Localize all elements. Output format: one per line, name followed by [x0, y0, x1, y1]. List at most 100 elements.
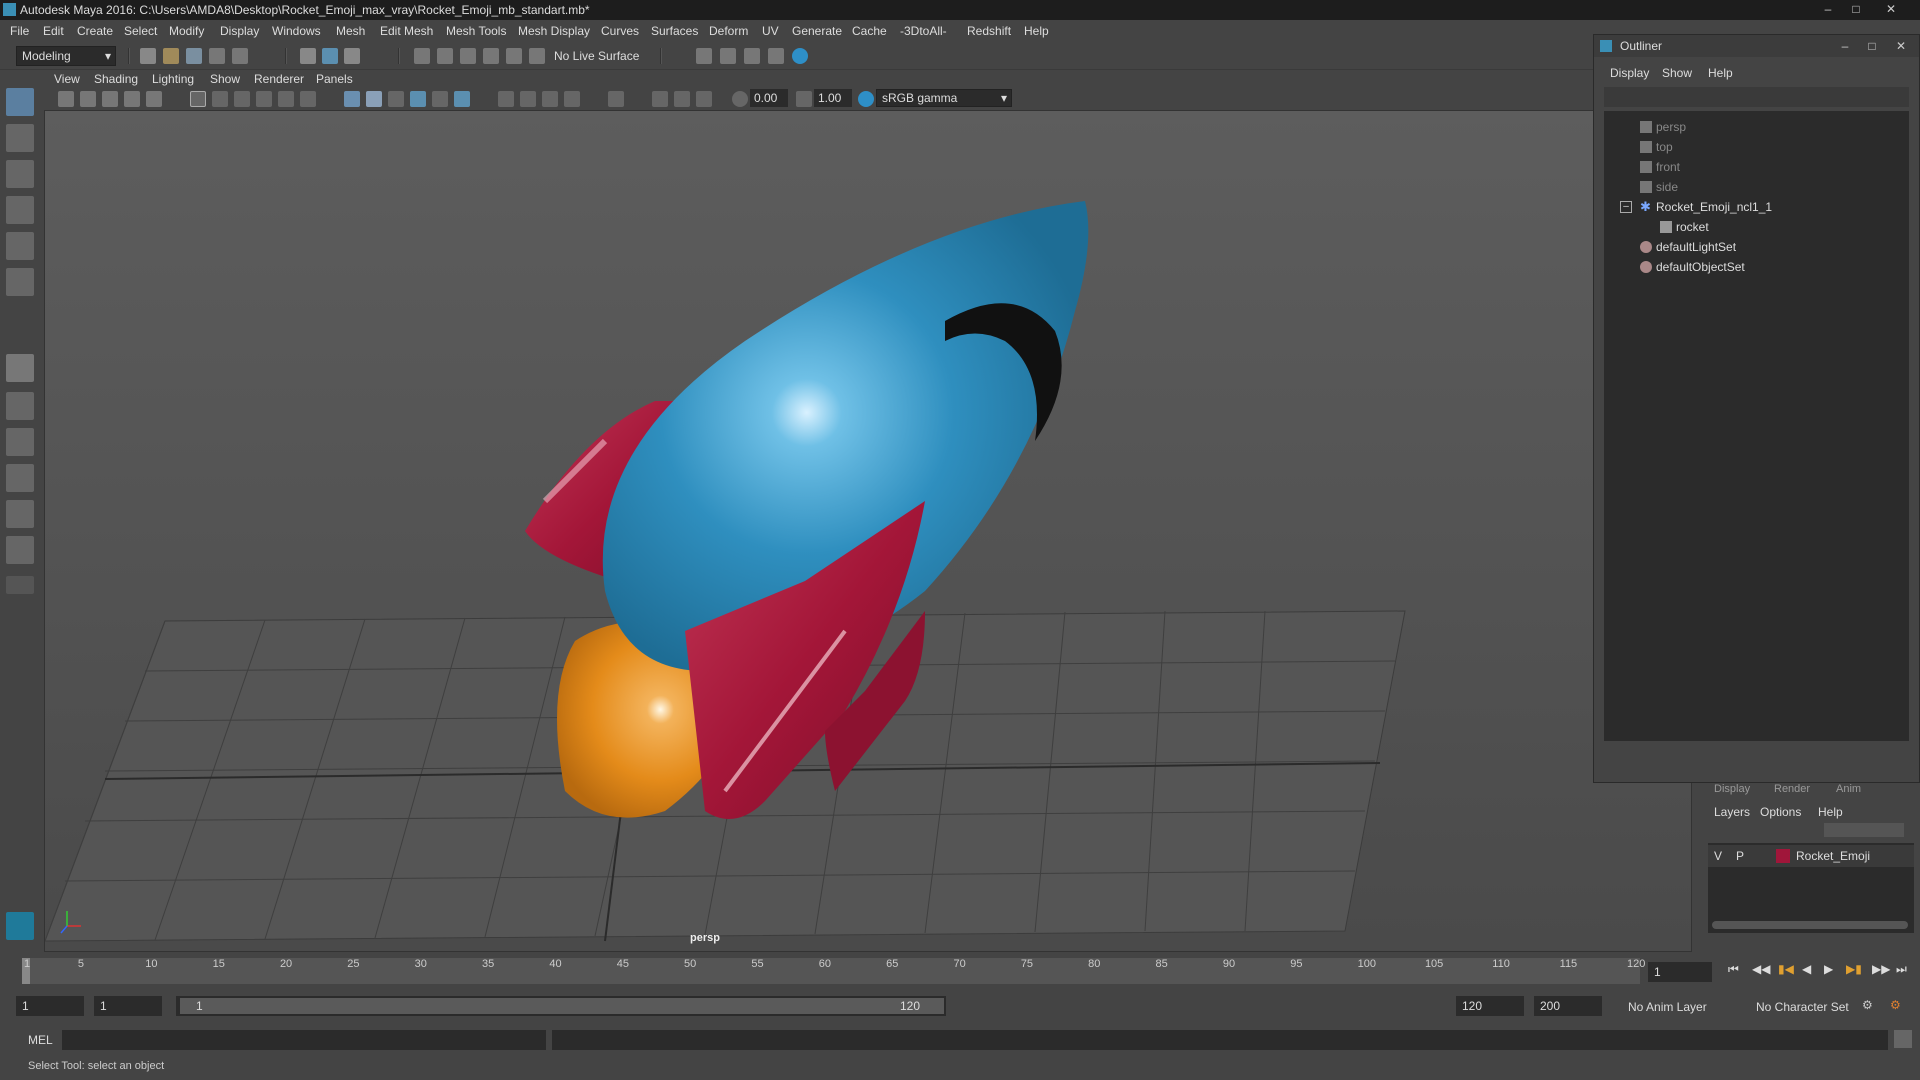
- paint-select-tool-icon[interactable]: [6, 160, 34, 188]
- isolate-select-icon[interactable]: [608, 91, 624, 107]
- textured-icon[interactable]: [410, 91, 426, 107]
- layer-scrollbar[interactable]: [1712, 921, 1908, 929]
- menu-windows[interactable]: Windows: [272, 24, 321, 38]
- menu-create[interactable]: Create: [77, 24, 113, 38]
- select-object-icon[interactable]: [322, 48, 338, 64]
- film-gate-icon[interactable]: [212, 91, 228, 107]
- redo-icon[interactable]: [232, 48, 248, 64]
- smooth-shade-icon[interactable]: [366, 91, 382, 107]
- select-tool-icon[interactable]: [6, 88, 34, 116]
- snap-surface-icon[interactable]: [506, 48, 522, 64]
- end-time-field[interactable]: 200: [1534, 996, 1602, 1016]
- exposure-icon[interactable]: [732, 91, 748, 107]
- anim-layer-selector[interactable]: No Anim Layer: [1628, 1000, 1707, 1014]
- preferences-icon[interactable]: ⚙: [1890, 998, 1901, 1012]
- select-component-icon[interactable]: [344, 48, 360, 64]
- gate-mask-icon[interactable]: [256, 91, 272, 107]
- hypershade-layout-icon[interactable]: [6, 536, 34, 564]
- more-layouts-icon[interactable]: [6, 576, 34, 594]
- resolution-gate-icon[interactable]: [234, 91, 250, 107]
- menu-display[interactable]: Display: [220, 24, 259, 38]
- four-view-layout-icon[interactable]: [6, 392, 34, 420]
- persp-outliner-layout-icon[interactable]: [6, 464, 34, 492]
- gamma-icon[interactable]: [796, 91, 812, 107]
- menu-3dtoall[interactable]: -3DtoAll-: [900, 24, 947, 38]
- layer-tab-render[interactable]: Render: [1774, 783, 1810, 795]
- depth-of-field-icon[interactable]: [564, 91, 580, 107]
- scale-tool-icon[interactable]: [6, 268, 34, 296]
- menu-modify[interactable]: Modify: [169, 24, 204, 38]
- render-view-icon[interactable]: [768, 48, 784, 64]
- ipr-render-icon[interactable]: [744, 48, 760, 64]
- camera-select-icon[interactable]: [58, 91, 74, 107]
- menu-mesh[interactable]: Mesh: [336, 24, 365, 38]
- outliner-maximize-button[interactable]: □: [1859, 38, 1885, 54]
- outliner-menu-display[interactable]: Display: [1610, 66, 1649, 80]
- menu-file[interactable]: File: [10, 24, 29, 38]
- layer-tab-anim[interactable]: Anim: [1836, 783, 1861, 795]
- current-frame-field[interactable]: 1: [1648, 962, 1712, 982]
- script-editor-icon[interactable]: [1894, 1030, 1912, 1048]
- snap-curve-icon[interactable]: [437, 48, 453, 64]
- step-forward-key-icon[interactable]: ▶▶: [1872, 962, 1890, 976]
- playback-start-field[interactable]: 1: [94, 996, 162, 1016]
- lasso-tool-icon[interactable]: [6, 124, 34, 152]
- outliner-close-button[interactable]: ✕: [1888, 38, 1914, 54]
- wireframe-icon[interactable]: [344, 91, 360, 107]
- motion-blur-icon[interactable]: [520, 91, 536, 107]
- layer-menu-options[interactable]: Options: [1760, 805, 1801, 819]
- safe-action-icon[interactable]: [300, 91, 316, 107]
- menu-select[interactable]: Select: [124, 24, 157, 38]
- outliner-item-rocket-group[interactable]: – ✱ Rocket_Emoji_ncl1_1: [1604, 197, 1909, 217]
- use-all-lights-icon[interactable]: [432, 91, 448, 107]
- panel-menu-lighting[interactable]: Lighting: [152, 72, 194, 86]
- image-plane-icon[interactable]: [124, 91, 140, 107]
- new-scene-icon[interactable]: [140, 48, 156, 64]
- outliner-menu-help[interactable]: Help: [1708, 66, 1733, 80]
- menu-edit-mesh[interactable]: Edit Mesh: [380, 24, 433, 38]
- perspective-viewport[interactable]: persp: [44, 110, 1692, 952]
- snap-grid-icon[interactable]: [414, 48, 430, 64]
- time-slider[interactable]: 1 5 10 15 20 25 30 35 40 45 50 55 60 65 70 75 80 85 90 95 10…: [0, 952, 1920, 986]
- xray-icon[interactable]: [652, 91, 668, 107]
- step-forward-frame-icon[interactable]: ▶▮: [1846, 962, 1862, 976]
- go-to-start-icon[interactable]: ⏮: [1728, 962, 1739, 977]
- collapse-icon[interactable]: –: [1620, 201, 1632, 213]
- bookmark-icon[interactable]: [102, 91, 118, 107]
- panel-menu-renderer[interactable]: Renderer: [254, 72, 304, 86]
- layer-tab-display[interactable]: Display: [1714, 783, 1750, 795]
- outliner-layout-icon[interactable]: [6, 500, 34, 528]
- outliner-item-top[interactable]: top: [1604, 137, 1909, 157]
- step-back-key-icon[interactable]: ◀◀: [1752, 962, 1770, 976]
- rotate-tool-icon[interactable]: [6, 232, 34, 260]
- panel-menu-view[interactable]: View: [54, 72, 80, 86]
- color-management-icon[interactable]: [858, 91, 874, 107]
- color-space-selector[interactable]: sRGB gamma ▾: [876, 89, 1012, 107]
- mode-selector[interactable]: Modeling ▾: [16, 46, 116, 66]
- maximize-button[interactable]: □: [1843, 1, 1869, 17]
- panel-menu-panels[interactable]: Panels: [316, 72, 353, 86]
- xray-components-icon[interactable]: [696, 91, 712, 107]
- live-surface-field[interactable]: No Live Surface: [554, 49, 639, 63]
- layer-menu-layers[interactable]: Layers: [1714, 805, 1750, 819]
- outliner-item-default-object-set[interactable]: defaultObjectSet: [1604, 257, 1909, 277]
- menu-mesh-display[interactable]: Mesh Display: [518, 24, 590, 38]
- shadows-icon[interactable]: [454, 91, 470, 107]
- undo-icon[interactable]: [209, 48, 225, 64]
- outliner-minimize-button[interactable]: –: [1832, 38, 1858, 54]
- playback-end-field[interactable]: 120: [1456, 996, 1524, 1016]
- field-chart-icon[interactable]: [278, 91, 294, 107]
- menu-edit[interactable]: Edit: [43, 24, 64, 38]
- step-back-frame-icon[interactable]: ▮◀: [1778, 962, 1794, 976]
- range-slider-handle[interactable]: 1 120: [180, 998, 944, 1014]
- menu-mesh-tools[interactable]: Mesh Tools: [446, 24, 506, 38]
- auto-key-icon[interactable]: ⚙: [1862, 998, 1873, 1012]
- panel-menu-shading[interactable]: Shading: [94, 72, 138, 86]
- menu-generate[interactable]: Generate: [792, 24, 842, 38]
- command-input[interactable]: [62, 1030, 546, 1050]
- render-settings-icon[interactable]: [696, 48, 712, 64]
- layer-playback-toggle[interactable]: P: [1736, 849, 1744, 863]
- grid-toggle-icon[interactable]: [190, 91, 206, 107]
- wireframe-on-shaded-icon[interactable]: [388, 91, 404, 107]
- render-current-frame-icon[interactable]: [720, 48, 736, 64]
